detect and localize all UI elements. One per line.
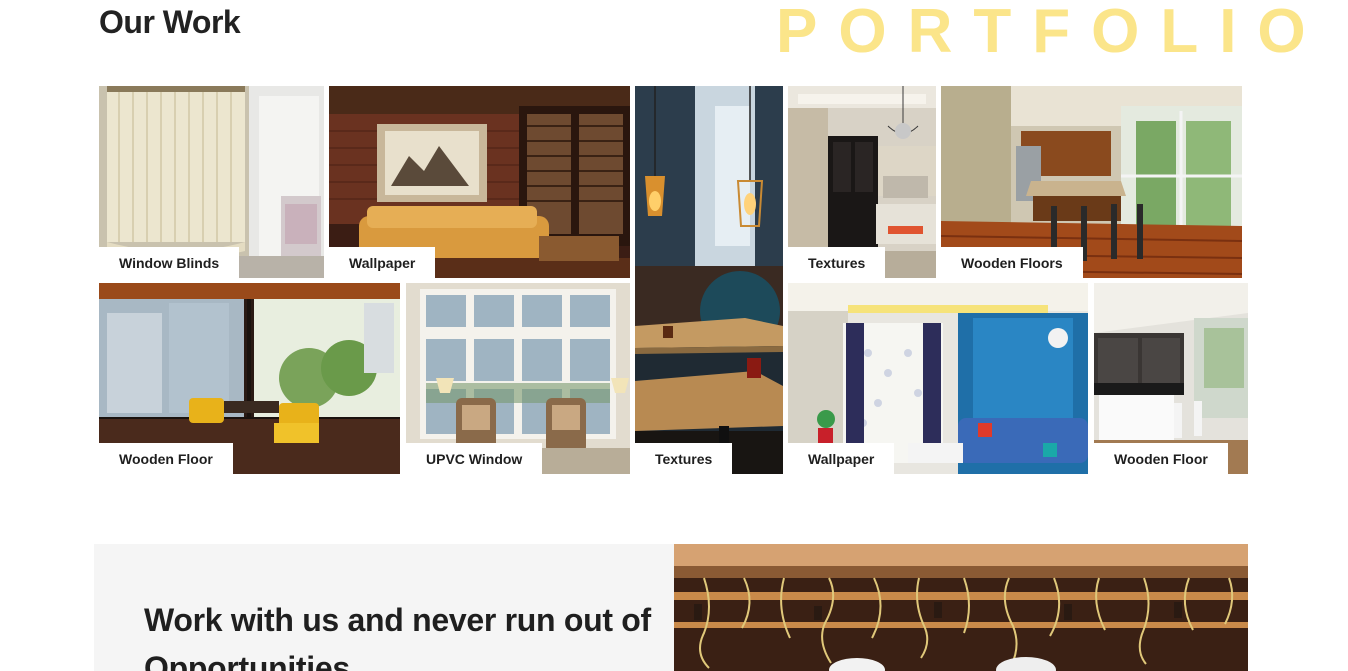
tile-label: Wooden Floor: [1094, 443, 1228, 474]
tile-label: UPVC Window: [406, 443, 543, 474]
portfolio-tile-window-blinds[interactable]: Window Blinds: [99, 86, 324, 278]
portfolio-tile-wooden-floor-lounge[interactable]: Wooden Floor: [99, 283, 400, 474]
portfolio-tile-wallpaper[interactable]: Wallpaper: [329, 86, 630, 278]
portfolio-tile-wallpaper-blue[interactable]: Wallpaper: [788, 283, 1088, 474]
portfolio-tile-wooden-floors[interactable]: Wooden Floors: [941, 86, 1242, 278]
workshop-photo: [674, 544, 1248, 671]
tile-label: Textures: [635, 443, 733, 474]
page: Our Work PORTFOLIO Window Blinds Wallpap…: [0, 0, 1348, 671]
portfolio-tile-wooden-floor-kitchen[interactable]: Wooden Floor: [1094, 283, 1248, 474]
section-title: Our Work: [99, 4, 241, 40]
portfolio-tile-textures-kitchen[interactable]: Textures: [788, 86, 936, 278]
portfolio-watermark: PORTFOLIO: [776, 0, 1327, 66]
textures-cafe-photo: [635, 86, 783, 474]
portfolio-tile-upvc-window[interactable]: UPVC Window: [406, 283, 630, 474]
tile-label: Wallpaper: [329, 247, 436, 278]
portfolio-tile-textures-cafe[interactable]: Textures: [635, 86, 783, 474]
cta-photo: [674, 544, 1248, 671]
tile-label: Textures: [788, 247, 886, 278]
tile-label: Wooden Floors: [941, 247, 1083, 278]
cta-panel: Work with us and never run out of Opport…: [94, 544, 674, 671]
tile-label: Window Blinds: [99, 247, 240, 278]
tile-label: Wooden Floor: [99, 443, 233, 474]
tile-label: Wallpaper: [788, 443, 895, 474]
cta-heading: Work with us and never run out of Opport…: [144, 602, 651, 671]
